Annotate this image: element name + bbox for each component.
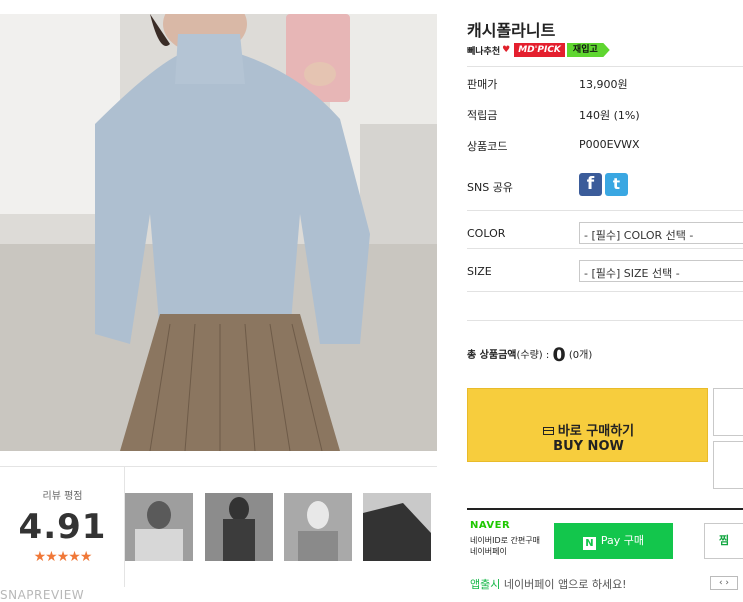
sns-share-label: SNS 공유 bbox=[467, 181, 513, 194]
review-label: 리뷰 평점 bbox=[42, 491, 83, 502]
total-amount: 총 상품금액(수량) : 0 (0개) bbox=[467, 344, 592, 366]
twitter-icon[interactable]: t bbox=[605, 173, 628, 196]
color-option-label: COLOR bbox=[467, 227, 506, 240]
review-thumbnail[interactable] bbox=[205, 493, 273, 561]
price-value: 13,900원 bbox=[579, 78, 628, 91]
naver-desc: 네이버페이 bbox=[470, 547, 507, 556]
color-select[interactable]: - [필수] COLOR 선택 - bbox=[579, 222, 743, 244]
naver-desc: 네이버ID로 간편구매 bbox=[470, 536, 540, 545]
add-to-cart-button[interactable] bbox=[713, 388, 743, 436]
heart-icon: ♥ bbox=[502, 45, 511, 55]
divider bbox=[467, 66, 743, 67]
badge-md-pick: MD'PICK bbox=[514, 43, 565, 57]
points-value: 140원 (1%) bbox=[579, 109, 640, 122]
divider bbox=[467, 320, 743, 321]
buy-now-label-en: BUY NOW bbox=[553, 439, 624, 454]
buy-now-button[interactable]: 바로 구매하기 BUY NOW bbox=[467, 388, 708, 462]
naver-wish-button[interactable]: 찜 bbox=[704, 523, 743, 559]
total-qty-label: (수량) : bbox=[516, 350, 550, 361]
total-label: 총 상품금액 bbox=[467, 350, 517, 361]
review-section: 리뷰 평점 4.91 ★★★★★ bbox=[0, 466, 437, 587]
size-option-label: SIZE bbox=[467, 265, 492, 278]
price-label: 판매가 bbox=[467, 78, 498, 91]
snapreview-brand: SNAPREVIEW bbox=[0, 588, 85, 602]
naver-app-notice: 앱출시 네이버페이 앱으로 하세요! bbox=[470, 578, 627, 591]
facebook-icon[interactable]: f bbox=[579, 173, 602, 196]
naver-pay-area: NAVER 네이버ID로 간편구매 네이버페이 N Pay 구매 찜 앱출시 네이… bbox=[467, 508, 743, 602]
buy-now-label-kr: 바로 구매하기 bbox=[468, 420, 709, 439]
star-rating-icon: ★★★★★ bbox=[33, 549, 93, 565]
product-code-label: 상품코드 bbox=[467, 140, 508, 153]
naver-pay-button[interactable]: N Pay 구매 bbox=[554, 523, 673, 559]
points-label: 적립금 bbox=[467, 109, 498, 122]
product-main-image bbox=[0, 14, 437, 451]
badge-recommend: 뻬나추천 bbox=[467, 46, 501, 57]
wishlist-button[interactable] bbox=[713, 441, 743, 489]
badge-restock: 재입고 bbox=[566, 43, 610, 57]
product-title: 캐시폴라니트 bbox=[467, 21, 556, 40]
review-score: 4.91 bbox=[18, 507, 107, 547]
divider bbox=[467, 248, 743, 249]
product-code-value: P000EVWX bbox=[579, 138, 640, 151]
review-thumbnail[interactable] bbox=[363, 493, 431, 561]
review-thumbnail[interactable] bbox=[125, 493, 193, 561]
divider bbox=[467, 291, 743, 292]
review-thumbnail[interactable] bbox=[284, 493, 352, 561]
naver-notice-pager[interactable]: ‹ › bbox=[710, 576, 738, 590]
total-value: 0 bbox=[552, 344, 566, 366]
product-info-panel: 캐시폴라니트 뻬나추천 ♥ MD'PICK 재입고 판매가 13,900원 적립… bbox=[467, 0, 743, 602]
total-count: (0개) bbox=[568, 350, 593, 361]
card-icon bbox=[542, 427, 554, 435]
review-score-panel: 리뷰 평점 4.91 ★★★★★ bbox=[0, 467, 125, 587]
product-badges: 뻬나추천 ♥ MD'PICK 재입고 bbox=[467, 43, 610, 57]
divider bbox=[467, 210, 743, 211]
naver-logo: NAVER bbox=[470, 520, 511, 531]
naver-n-icon: N bbox=[582, 537, 596, 550]
size-select[interactable]: - [필수] SIZE 선택 - bbox=[579, 260, 743, 282]
